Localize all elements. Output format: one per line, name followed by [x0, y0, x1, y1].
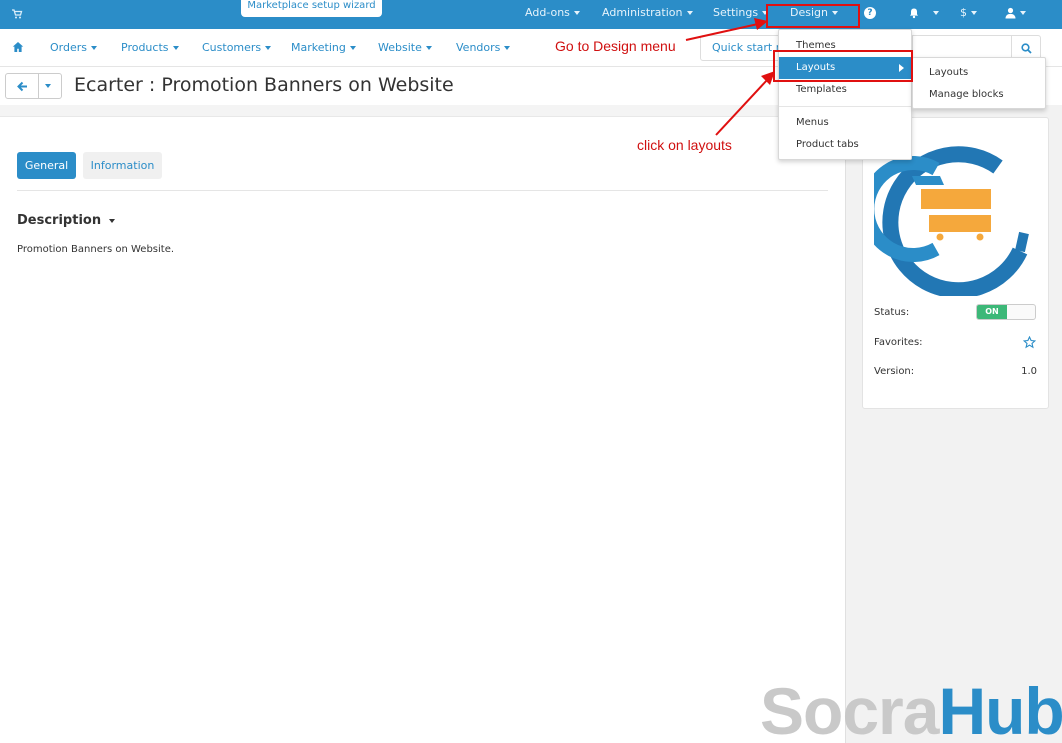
home-icon[interactable] — [12, 41, 24, 53]
nav-vendors[interactable]: Vendors — [456, 41, 511, 54]
title-bar: Ecarter : Promotion Banners on Website — [0, 67, 845, 105]
nav-website[interactable]: Website — [378, 41, 432, 54]
submenu-item-manage-blocks[interactable]: Manage blocks — [913, 84, 1045, 106]
version-value: 1.0 — [1021, 366, 1037, 377]
description-text: Promotion Banners on Website. — [17, 244, 175, 255]
nav-customers[interactable]: Customers — [202, 41, 272, 54]
caret-down-icon — [686, 11, 693, 15]
design-annotation: Go to Design menu — [555, 38, 676, 54]
favorites-label: Favorites: — [874, 337, 923, 348]
menu-item-product-tabs[interactable]: Product tabs — [779, 134, 911, 156]
tabs-divider — [17, 190, 828, 191]
submenu-item-layouts[interactable]: Layouts — [913, 62, 1045, 84]
status-on-label: ON — [977, 305, 1007, 319]
version-row: Version: 1.0 — [874, 366, 1037, 377]
socrahub-watermark: SocraHub — [760, 674, 1062, 743]
status-toggle[interactable]: ON — [976, 304, 1036, 320]
nav-orders[interactable]: Orders — [50, 41, 97, 54]
design-highlight-box — [766, 4, 860, 28]
caret-down-icon — [349, 46, 356, 50]
caret-down-icon — [425, 46, 432, 50]
page-title: Ecarter : Promotion Banners on Website — [74, 74, 454, 96]
tab-information[interactable]: Information — [83, 152, 162, 179]
caret-down-icon — [172, 46, 179, 50]
search-icon — [1021, 43, 1032, 54]
status-label: Status: — [874, 307, 910, 318]
user-caret[interactable] — [1016, 0, 1026, 29]
version-label: Version: — [874, 366, 915, 377]
marketplace-setup-wizard-button[interactable]: Marketplace setup wizard — [241, 0, 382, 17]
back-button[interactable] — [5, 73, 39, 99]
cart-icon[interactable] — [11, 8, 23, 20]
design-dropdown-menu: Themes Layouts Templates Menus Product t… — [778, 29, 912, 160]
caret-down-icon — [573, 11, 580, 15]
caret-down-icon — [91, 46, 97, 50]
title-divider — [0, 105, 845, 117]
topnav-addons[interactable]: Add-ons — [525, 0, 580, 29]
quick-start-button[interactable]: Quick start m — [700, 35, 780, 61]
bell-caret[interactable] — [929, 0, 939, 29]
caret-down-icon — [1020, 11, 1026, 15]
caret-down-icon — [109, 218, 116, 223]
menu-item-templates[interactable]: Templates — [779, 79, 911, 101]
caret-down-icon — [971, 11, 977, 15]
favorites-row: Favorites: — [874, 337, 1037, 348]
description-heading[interactable]: Description — [17, 213, 116, 228]
topnav-administration[interactable]: Administration — [602, 0, 693, 29]
caret-down-icon — [933, 11, 939, 15]
nav-products[interactable]: Products — [121, 41, 179, 54]
caret-down-icon — [45, 84, 51, 88]
tab-general[interactable]: General — [17, 152, 76, 179]
caret-down-icon — [265, 46, 272, 50]
currency-menu[interactable]: $ — [960, 0, 977, 29]
bell-icon[interactable] — [908, 7, 920, 19]
user-icon[interactable] — [1005, 7, 1016, 19]
arrow-left-icon — [17, 81, 27, 92]
menu-item-menus[interactable]: Menus — [779, 112, 911, 134]
back-dropdown-button[interactable] — [38, 73, 62, 99]
star-icon[interactable] — [1023, 336, 1036, 349]
nav-marketing[interactable]: Marketing — [291, 41, 356, 54]
layouts-annotation: click on layouts — [637, 137, 732, 153]
layouts-submenu: Layouts Manage blocks — [912, 57, 1046, 109]
caret-down-icon — [504, 46, 511, 50]
help-icon[interactable]: ? — [864, 7, 876, 19]
layouts-highlight-box — [773, 50, 913, 82]
topnav-settings[interactable]: Settings — [713, 0, 769, 29]
menu-divider — [779, 106, 911, 107]
